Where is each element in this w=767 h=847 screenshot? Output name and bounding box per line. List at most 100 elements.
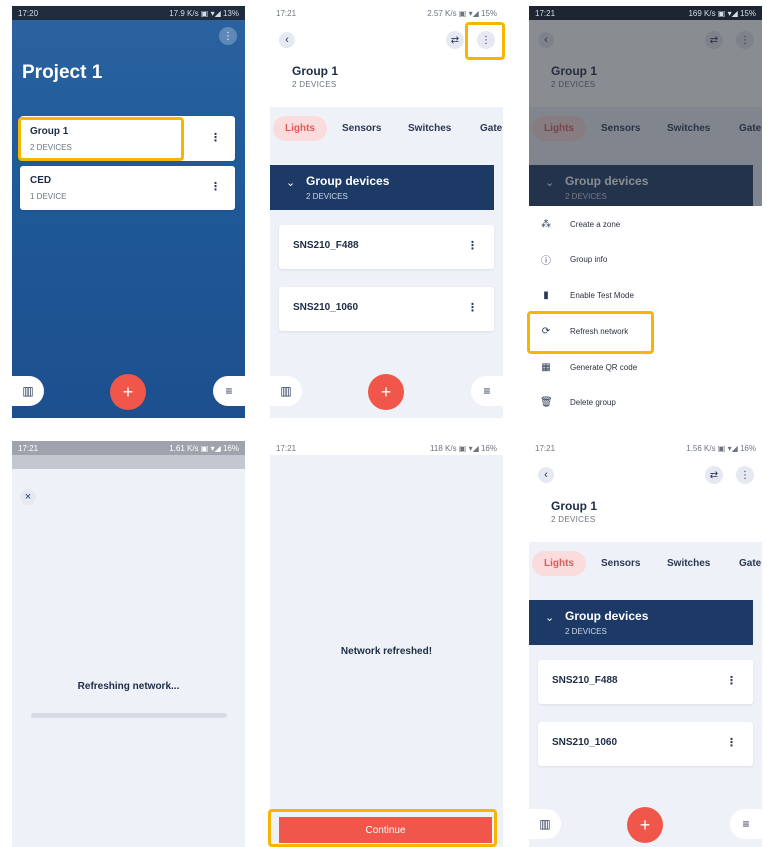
group-card-ced[interactable]: CED 1 DEVICE ⋮ — [20, 166, 235, 210]
menu-item-create-zone[interactable]: ⁂ Create a zone — [529, 206, 762, 242]
screen-project: 17:20 17.9 K/s ▣ ▾◢ 13% ⋮ Project 1 Grou… — [12, 6, 245, 418]
status-time: 17:21 — [276, 8, 297, 18]
group-device-count: 1 DEVICE — [30, 192, 67, 201]
section-title: Group devices — [306, 174, 390, 188]
device-card[interactable]: SNS210_F488 ⋮ — [279, 225, 494, 269]
section-count: 2 DEVICES — [306, 192, 348, 201]
status-battery: 16% — [480, 443, 497, 453]
tab-gate[interactable]: Gate — [739, 558, 761, 569]
menu-item-enable-test-mode[interactable]: ▮ Enable Test Mode — [529, 277, 762, 313]
status-network: 1.56 K/s — [686, 443, 716, 453]
screen-refreshing: 17:21 1.61 K/s ▣ ▾◢ 16% × Refreshing net… — [12, 441, 245, 847]
add-button[interactable]: + — [368, 374, 404, 410]
filter-icon[interactable]: ⇄ — [446, 31, 464, 49]
device-card[interactable]: SNS210_1060 ⋮ — [279, 287, 494, 331]
device-name: SNS210_F488 — [293, 240, 359, 251]
group-card-group-1[interactable]: Group 1 2 DEVICES ⋮ — [20, 116, 235, 161]
group-device-count: 2 DEVICES — [551, 515, 596, 524]
screen-group: 17:21 2.57 K/s ▣ ▾◢ 15% ‹ ⇄ ⋮ Group 1 2 … — [270, 6, 503, 418]
menu-icon[interactable]: ≡ — [471, 376, 503, 406]
menu-item-generate-qr[interactable]: ▦ Generate QR code — [529, 349, 762, 385]
status-network: 17.9 K/s — [169, 8, 199, 18]
building-icon[interactable]: ▥ — [270, 376, 302, 406]
group-menu-icon[interactable]: ⋮ — [210, 131, 221, 144]
status-bar: 17:21 1.61 K/s ▣ ▾◢ 16% — [12, 441, 245, 455]
close-icon[interactable]: × — [20, 489, 36, 505]
tab-gate[interactable]: Gate — [480, 123, 502, 134]
group-devices-section[interactable]: ⌄ Group devices 2 DEVICES — [270, 165, 494, 210]
section-count: 2 DEVICES — [565, 627, 607, 636]
back-icon[interactable]: ‹ — [538, 467, 554, 483]
tab-lights[interactable]: Lights — [532, 551, 586, 576]
trash-icon: 🗑 — [540, 396, 553, 408]
more-options-icon[interactable]: ⋮ — [219, 27, 237, 45]
group-title: Group 1 — [292, 64, 339, 78]
group-menu-icon[interactable]: ⋮ — [210, 180, 221, 193]
add-button[interactable]: + — [627, 807, 663, 843]
chevron-down-icon: ⌄ — [545, 612, 555, 624]
filter-icon[interactable]: ⇄ — [705, 466, 723, 484]
building-icon[interactable]: ▥ — [12, 376, 44, 406]
tab-sensors[interactable]: Sensors — [342, 123, 381, 134]
progress-bar — [31, 713, 227, 718]
add-button[interactable]: + — [110, 374, 146, 410]
group-title: Group 1 — [551, 499, 598, 513]
tab-switches[interactable]: Switches — [408, 123, 451, 134]
project-title: Project 1 — [22, 62, 103, 83]
group-name: CED — [30, 175, 52, 186]
device-menu-icon[interactable]: ⋮ — [467, 301, 478, 314]
menu-item-refresh-network[interactable]: ⟳ Refresh network — [529, 313, 762, 349]
sim-icon: ▮ — [543, 289, 549, 301]
status-bar: 17:21 118 K/s ▣ ▾◢ 16% — [270, 441, 503, 455]
menu-icon[interactable]: ≡ — [213, 376, 245, 406]
status-time: 17:21 — [18, 443, 39, 453]
menu-item-label: Delete group — [570, 397, 616, 407]
device-menu-icon[interactable]: ⋮ — [726, 674, 737, 687]
status-time: 17:20 — [18, 8, 39, 18]
group-options-menu: ⁂ Create a zone ⓘ Group info ▮ Enable Te… — [529, 206, 762, 418]
menu-item-delete-group[interactable]: 🗑 Delete group — [529, 384, 762, 418]
group-name: Group 1 — [30, 126, 69, 137]
group-devices-section[interactable]: ⌄ Group devices 2 DEVICES — [529, 600, 753, 645]
status-bar: 17:21 1.56 K/s ▣ ▾◢ 16% — [529, 441, 762, 455]
device-card[interactable]: SNS210_F488 ⋮ — [538, 660, 753, 704]
device-card[interactable]: SNS210_1060 ⋮ — [538, 722, 753, 766]
refreshing-message: Refreshing network... — [77, 681, 180, 692]
info-icon: ⓘ — [541, 255, 551, 267]
menu-item-label: Enable Test Mode — [570, 290, 634, 300]
menu-icon[interactable]: ≡ — [730, 809, 762, 839]
device-menu-icon[interactable]: ⋮ — [467, 239, 478, 252]
menu-item-group-info[interactable]: ⓘ Group info — [529, 241, 762, 277]
building-icon[interactable]: ▥ — [529, 809, 561, 839]
device-name: SNS210_F488 — [552, 675, 618, 686]
screen-group-menu: 17:21 169 K/s ▣ ▾◢ 15% ‹ ⇄ ⋮ Group 1 2 D… — [529, 6, 762, 418]
status-bar: 17:21 2.57 K/s ▣ ▾◢ 15% — [270, 6, 503, 20]
more-options-icon[interactable]: ⋮ — [736, 466, 754, 484]
tab-lights[interactable]: Lights — [273, 116, 327, 141]
tab-switches[interactable]: Switches — [667, 558, 710, 569]
refresh-icon: ⟳ — [541, 325, 551, 337]
status-network: 169 K/s — [688, 8, 716, 18]
dim-overlay[interactable] — [529, 20, 762, 206]
group-device-count: 2 DEVICES — [292, 80, 337, 89]
more-options-icon[interactable]: ⋮ — [477, 31, 495, 49]
screen-group-after-refresh: 17:21 1.56 K/s ▣ ▾◢ 16% ‹ ⇄ ⋮ Group 1 2 … — [529, 441, 762, 847]
status-time: 17:21 — [276, 443, 297, 453]
device-menu-icon[interactable]: ⋮ — [726, 736, 737, 749]
back-icon[interactable]: ‹ — [279, 32, 295, 48]
tab-sensors[interactable]: Sensors — [601, 558, 640, 569]
status-network: 118 K/s — [430, 443, 457, 453]
refreshed-message: Network refreshed! — [340, 646, 433, 657]
status-battery: 15% — [739, 8, 756, 18]
menu-item-label: Refresh network — [570, 326, 629, 336]
group-device-count: 2 DEVICES — [30, 143, 72, 152]
continue-button[interactable]: Continue — [279, 817, 492, 843]
group-header: ‹ ⇄ ⋮ Group 1 2 DEVICES — [529, 455, 762, 542]
device-name: SNS210_1060 — [552, 737, 618, 748]
qr-icon: ▦ — [541, 361, 551, 373]
status-bar: 17:20 17.9 K/s ▣ ▾◢ 13% — [12, 6, 245, 20]
chevron-down-icon: ⌄ — [286, 177, 296, 189]
status-battery: 16% — [739, 443, 756, 453]
menu-item-label: Generate QR code — [570, 362, 638, 372]
status-battery: 15% — [480, 8, 497, 18]
